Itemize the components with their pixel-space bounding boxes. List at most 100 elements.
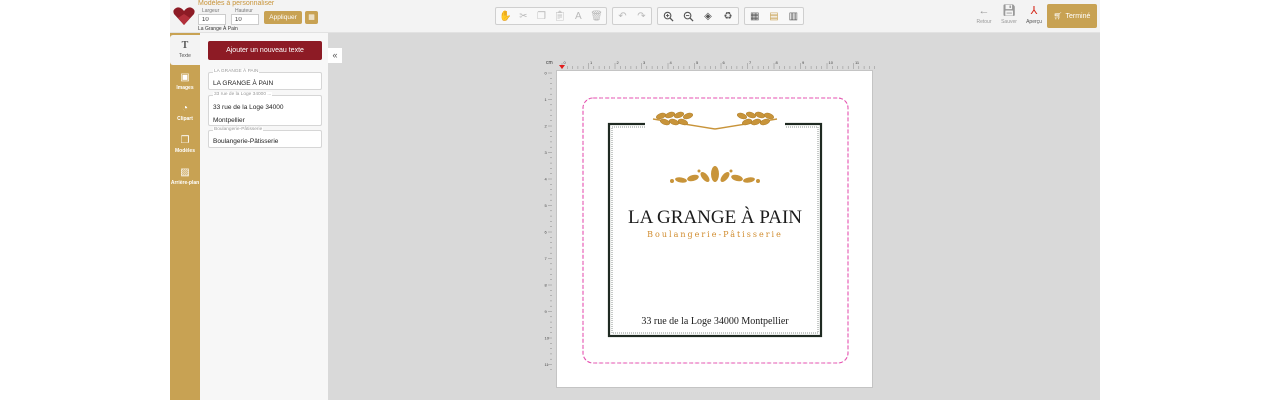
ruler-label: 11 bbox=[855, 60, 860, 65]
ruler-label: 2 bbox=[617, 60, 620, 65]
ruler-label: 2 bbox=[545, 124, 548, 129]
image-icon: ▣ bbox=[180, 72, 190, 83]
cart-icon: 🛒︎ bbox=[1053, 13, 1063, 20]
text-field-title[interactable]: LA GRANGE À PAIN LA GRANGE À PAIN bbox=[208, 69, 322, 90]
rail-item-clipart[interactable]: ◔ Clipart bbox=[170, 98, 200, 128]
editor-app: Modèles à personnaliser Largeur Hauteur … bbox=[170, 0, 1100, 400]
pdf-icon: ⅄ bbox=[1030, 5, 1038, 17]
ruler-label: 5 bbox=[545, 203, 548, 208]
view-tools: ◈ ♻ bbox=[657, 7, 739, 25]
template-name: La Grange À Pain bbox=[198, 26, 238, 32]
top-toolbar: Modèles à personnaliser Largeur Hauteur … bbox=[170, 0, 1100, 33]
ruler-label: 3 bbox=[545, 150, 548, 155]
history-tools: ↶ ↷ bbox=[612, 7, 652, 25]
zoom-out-icon[interactable] bbox=[681, 9, 695, 23]
ruler-marker-icon bbox=[559, 65, 565, 69]
rail-item-templates[interactable]: ❐ Modèles bbox=[170, 130, 200, 160]
ruler-label: 4 bbox=[670, 60, 673, 65]
cut-icon[interactable]: ✂ bbox=[517, 9, 529, 23]
rail-item-label: Arrière-plan bbox=[170, 180, 200, 186]
field-value: Boulangerie-Pâtisserie bbox=[213, 138, 279, 145]
rail-item-label: Images bbox=[176, 85, 194, 91]
design-subtitle[interactable]: Boulangerie-Pâtisserie bbox=[647, 230, 783, 239]
ruler-label: 0 bbox=[564, 60, 567, 65]
done-button[interactable]: 🛒︎ Terminé bbox=[1047, 4, 1097, 28]
ruler-label: 5 bbox=[696, 60, 699, 65]
background-icon: ▨ bbox=[180, 167, 190, 178]
left-rail: T Texte ▣ Images ◔ Clipart ❐ Modèles ▨ A… bbox=[170, 33, 200, 400]
table-icon[interactable]: ▥ bbox=[787, 9, 800, 23]
arrow-left-icon: ← bbox=[978, 5, 990, 17]
copy-icon[interactable]: ❐ bbox=[536, 9, 548, 23]
ruler-label: 10 bbox=[829, 60, 834, 65]
save-label: Sauver bbox=[1001, 19, 1017, 25]
edit-tools: ✋ ✂ ❐ 📋︎ A 🗑︎ bbox=[495, 7, 607, 25]
text-panel: Ajouter un nouveau texte LA GRANGE À PAI… bbox=[200, 33, 328, 400]
text-field-subtitle[interactable]: Boulangerie-Pâtisserie Boulangerie-Pâtis… bbox=[208, 127, 322, 148]
rail-item-text[interactable]: T Texte bbox=[170, 35, 200, 65]
rail-item-background[interactable]: ▨ Arrière-plan bbox=[170, 162, 200, 192]
models-title[interactable]: Modèles à personnaliser bbox=[198, 0, 274, 7]
ruler-label: 0 bbox=[545, 71, 548, 76]
rail-item-label: Modèles bbox=[174, 148, 195, 154]
text-field-address[interactable]: 33 rue de la Loge 34000 ... 33 rue de la… bbox=[208, 92, 322, 126]
grid-icon: ▦ bbox=[308, 14, 315, 21]
ruler-label: 1 bbox=[545, 97, 548, 102]
zoom-in-icon[interactable] bbox=[661, 9, 675, 23]
save-action[interactable]: 💾︎ Sauver bbox=[997, 5, 1021, 25]
floral-ornament-icon bbox=[670, 166, 760, 183]
design-page[interactable]: LA GRANGE À PAIN Boulangerie-Pâtisserie … bbox=[556, 70, 873, 388]
collapse-panel-button[interactable]: « bbox=[328, 48, 342, 63]
ruler-label: 7 bbox=[749, 60, 752, 65]
ruler-label: 6 bbox=[545, 230, 548, 235]
recycle-icon[interactable]: ♻ bbox=[721, 9, 735, 23]
ruler-label: 9 bbox=[545, 309, 548, 314]
ruler-label: 6 bbox=[723, 60, 726, 65]
design-canvas: LA GRANGE À PAIN Boulangerie-Pâtisserie … bbox=[582, 97, 849, 364]
preview-label: Aperçu bbox=[1026, 19, 1042, 25]
floppy-icon: 💾︎ bbox=[1002, 5, 1016, 17]
apply-button[interactable]: Appliquer bbox=[264, 11, 302, 24]
add-text-button[interactable]: Ajouter un nouveau texte bbox=[208, 41, 322, 60]
width-input[interactable] bbox=[198, 14, 226, 25]
layers-icon[interactable]: ◈ bbox=[701, 9, 715, 23]
field-label: Boulangerie-Pâtisserie bbox=[213, 127, 264, 132]
done-label: Terminé bbox=[1065, 12, 1091, 20]
templates-icon: ❐ bbox=[180, 135, 190, 146]
bleed-icon[interactable]: ▤ bbox=[767, 9, 780, 23]
design-address[interactable]: 33 rue de la Loge 34000 Montpellier bbox=[641, 316, 789, 327]
text-icon: T bbox=[181, 40, 189, 51]
rail-item-images[interactable]: ▣ Images bbox=[170, 67, 200, 97]
layout-tools: ▦ ▤ ▥ bbox=[744, 7, 804, 25]
height-input[interactable] bbox=[231, 14, 259, 25]
ruler-label: 8 bbox=[776, 60, 779, 65]
paste-icon[interactable]: 📋︎ bbox=[554, 9, 567, 23]
ruler-label: 9 bbox=[802, 60, 805, 65]
horizontal-ruler: 0 1 2 3 4 5 6 7 8 9 10 11 bbox=[559, 60, 875, 69]
ruler-label: 7 bbox=[545, 256, 548, 261]
ruler-label: 3 bbox=[643, 60, 646, 65]
field-value: LA GRANGE À PAIN bbox=[213, 80, 274, 87]
field-value: 33 rue de la Loge 34000 Montpellier bbox=[213, 104, 284, 124]
rail-item-label: Texte bbox=[179, 53, 191, 59]
heart-logo-icon bbox=[173, 7, 195, 25]
grid-toggle-button[interactable]: ▦ bbox=[305, 11, 318, 24]
double-chevron-left-icon: « bbox=[332, 50, 338, 60]
undo-icon[interactable]: ↶ bbox=[616, 9, 629, 23]
ruler-unit: cm bbox=[546, 60, 553, 66]
ruler-label: 1 bbox=[590, 60, 593, 65]
delete-icon[interactable]: 🗑︎ bbox=[590, 9, 603, 23]
pan-hand-icon[interactable]: ✋ bbox=[499, 9, 511, 23]
back-label: Retour bbox=[976, 19, 992, 25]
back-action[interactable]: ← Retour bbox=[972, 5, 996, 25]
design-title[interactable]: LA GRANGE À PAIN bbox=[628, 206, 802, 228]
clipart-icon: ◔ bbox=[181, 103, 189, 114]
align-grid-icon[interactable]: ▦ bbox=[748, 9, 761, 23]
text-color-icon[interactable]: A bbox=[572, 9, 584, 23]
preview-action[interactable]: ⅄ Aperçu bbox=[1022, 5, 1046, 25]
ruler-label: 4 bbox=[545, 177, 548, 182]
field-label: 33 rue de la Loge 34000 ... bbox=[213, 92, 273, 97]
ruler-label: 8 bbox=[545, 283, 548, 288]
field-label: LA GRANGE À PAIN bbox=[213, 69, 260, 74]
redo-icon[interactable]: ↷ bbox=[635, 9, 648, 23]
